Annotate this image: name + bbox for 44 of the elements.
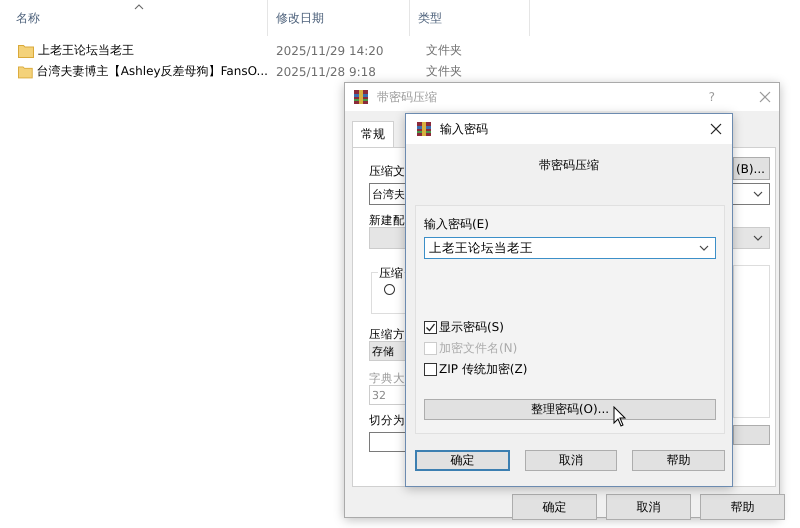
dialog-button[interactable]: 取消 bbox=[606, 494, 691, 520]
field-label: 压缩方 bbox=[369, 327, 405, 341]
modified-date: 2025/11/28 9:18 bbox=[275, 64, 377, 78]
file-name[interactable]: 台湾夫妻博主【Ashley反差母狗】FansO... bbox=[36, 63, 268, 80]
archive-icon bbox=[416, 121, 432, 137]
chevron-icon bbox=[753, 235, 763, 241]
field-label: 新建配 bbox=[369, 213, 405, 227]
chevron-icon bbox=[753, 191, 763, 197]
close-icon[interactable] bbox=[710, 123, 722, 135]
browse-button[interactable]: (B)... bbox=[733, 157, 770, 180]
column-header[interactable]: 修改日期 bbox=[276, 10, 324, 26]
manage-passwords-button[interactable]: 整理密码(O)... bbox=[424, 399, 716, 420]
checkbox[interactable] bbox=[424, 320, 437, 334]
window-title: 带密码压缩 bbox=[377, 88, 437, 106]
checkbox-label: ZIP 传统加密(Z) bbox=[439, 360, 528, 378]
file-type: 文件夹 bbox=[425, 63, 462, 80]
radio-button[interactable] bbox=[384, 284, 395, 295]
field-label: 输入密码(E) bbox=[424, 216, 490, 233]
file-name[interactable]: 上老王论坛当老王 bbox=[38, 42, 134, 59]
archive-icon bbox=[353, 89, 369, 105]
dialog-button[interactable]: 取消 bbox=[524, 450, 618, 471]
column-header[interactable]: 名称 bbox=[16, 10, 40, 26]
mouse-cursor-icon bbox=[613, 406, 627, 428]
column-header[interactable]: 类型 bbox=[418, 10, 442, 26]
tab[interactable]: 常规 bbox=[352, 121, 394, 147]
chevron-icon bbox=[699, 245, 709, 251]
dialog-button[interactable]: 帮助 bbox=[632, 450, 726, 471]
checkbox-label: 显示密码(S) bbox=[439, 318, 504, 336]
checkbox-label: 加密文件名(N) bbox=[439, 340, 518, 356]
folder-icon bbox=[18, 64, 33, 78]
window-title: 输入密码 bbox=[440, 120, 488, 138]
checkbox[interactable] bbox=[424, 362, 437, 376]
modified-date: 2025/11/29 14:20 bbox=[275, 44, 385, 58]
field-label: 切分为 bbox=[369, 413, 405, 427]
folder-icon bbox=[18, 44, 34, 58]
dialog-button[interactable]: 帮助 bbox=[700, 494, 785, 520]
dialog-button[interactable]: 确定 bbox=[415, 450, 510, 471]
dialog-button[interactable]: 确定 bbox=[512, 494, 597, 520]
dialog-heading: 带密码压缩 bbox=[538, 157, 600, 171]
sort-caret-icon bbox=[134, 4, 144, 10]
password-field[interactable]: 上老王论坛当老王 bbox=[424, 237, 716, 259]
field-label: 压缩文 bbox=[369, 163, 405, 180]
file-type: 文件夹 bbox=[425, 42, 462, 59]
field-label: 字典大 bbox=[369, 371, 405, 385]
